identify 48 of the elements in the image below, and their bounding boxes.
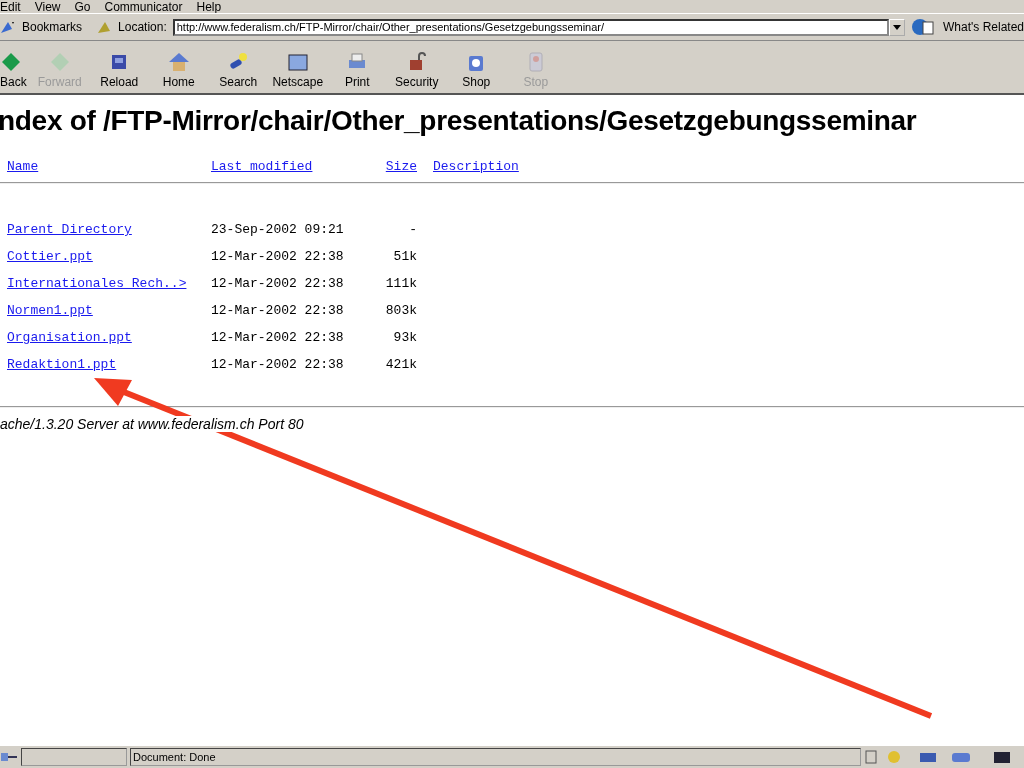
modified-cell-text: 12-Mar-2002 22:38 bbox=[211, 303, 345, 318]
modified-cell-text: 12-Mar-2002 22:38 bbox=[211, 357, 345, 372]
menu-item[interactable]: Communicator bbox=[104, 2, 183, 13]
security-button[interactable]: Security bbox=[387, 51, 447, 89]
modified-cell-text: 12-Mar-2002 22:38 bbox=[211, 276, 345, 291]
status-text: Document: Done bbox=[130, 748, 861, 766]
size-cell-text: 111k bbox=[384, 276, 418, 291]
modified-cell-text: 12-Mar-2002 22:38 bbox=[211, 330, 345, 345]
print-button[interactable]: Print bbox=[327, 51, 387, 89]
page-heading: ndex of /FTP-Mirror/chair/Other_presentations/Gesetzgebungsseminar bbox=[0, 105, 918, 137]
home-icon bbox=[167, 51, 190, 73]
whats-related-label[interactable]: What's Related bbox=[943, 20, 1024, 34]
file-link[interactable]: Redaktion1.ppt bbox=[7, 357, 117, 372]
menu-item[interactable]: View bbox=[34, 2, 61, 13]
menu-item[interactable]: Edit bbox=[0, 2, 21, 13]
size-cell-text: 803k bbox=[384, 303, 418, 318]
file-link[interactable]: Internationales Rech..> bbox=[7, 276, 187, 291]
size-cell-text: 93k bbox=[392, 330, 418, 345]
file-link[interactable]: Normen1.ppt bbox=[7, 303, 93, 318]
connection-icon bbox=[0, 751, 18, 763]
column-header-link[interactable]: Name bbox=[7, 159, 39, 174]
shop-button[interactable]: Shop bbox=[446, 51, 506, 89]
caret-icon bbox=[893, 24, 901, 30]
modified-cell-text: 12-Mar-2002 22:38 bbox=[211, 249, 345, 264]
bookmarks-icon[interactable] bbox=[0, 19, 16, 35]
size-cell-text: - bbox=[408, 222, 418, 237]
server-signature: ache/1.3.20 Server at www.federalism.ch Port 80 bbox=[0, 416, 304, 432]
column-header-link[interactable]: Last modified bbox=[211, 159, 313, 174]
file-link[interactable]: Organisation.ppt bbox=[7, 330, 132, 345]
file-link[interactable]: Parent Directory bbox=[7, 222, 132, 237]
menu-item[interactable]: Help bbox=[196, 2, 222, 13]
column-header-link[interactable]: Description bbox=[433, 159, 519, 174]
bookmarks-label[interactable]: Bookmarks bbox=[22, 20, 83, 34]
search-button[interactable]: Search bbox=[208, 51, 268, 89]
size-cell-text: 51k bbox=[392, 249, 418, 264]
dropdown-button[interactable] bbox=[889, 18, 905, 36]
home-button[interactable]: Home bbox=[149, 51, 209, 89]
size-cell-text: 421k bbox=[384, 357, 418, 372]
reload-button[interactable]: Reload bbox=[89, 51, 149, 89]
location-field[interactable]: http://www.federalism.ch/FTP-Mirror/chair/Other_presentations/Gesetzgebungsseminar/ bbox=[172, 18, 889, 36]
menu-item[interactable]: Go bbox=[74, 2, 91, 13]
location-label: Location: bbox=[118, 20, 167, 34]
file-link[interactable]: Cottier.ppt bbox=[7, 249, 93, 264]
modified-cell-text: 23-Sep-2002 09:21 bbox=[211, 222, 345, 237]
back-icon bbox=[0, 51, 22, 73]
back-button[interactable]: Back bbox=[0, 51, 30, 89]
netscape-button[interactable]: Netscape bbox=[268, 51, 328, 89]
column-header-link[interactable]: Size bbox=[385, 159, 417, 174]
